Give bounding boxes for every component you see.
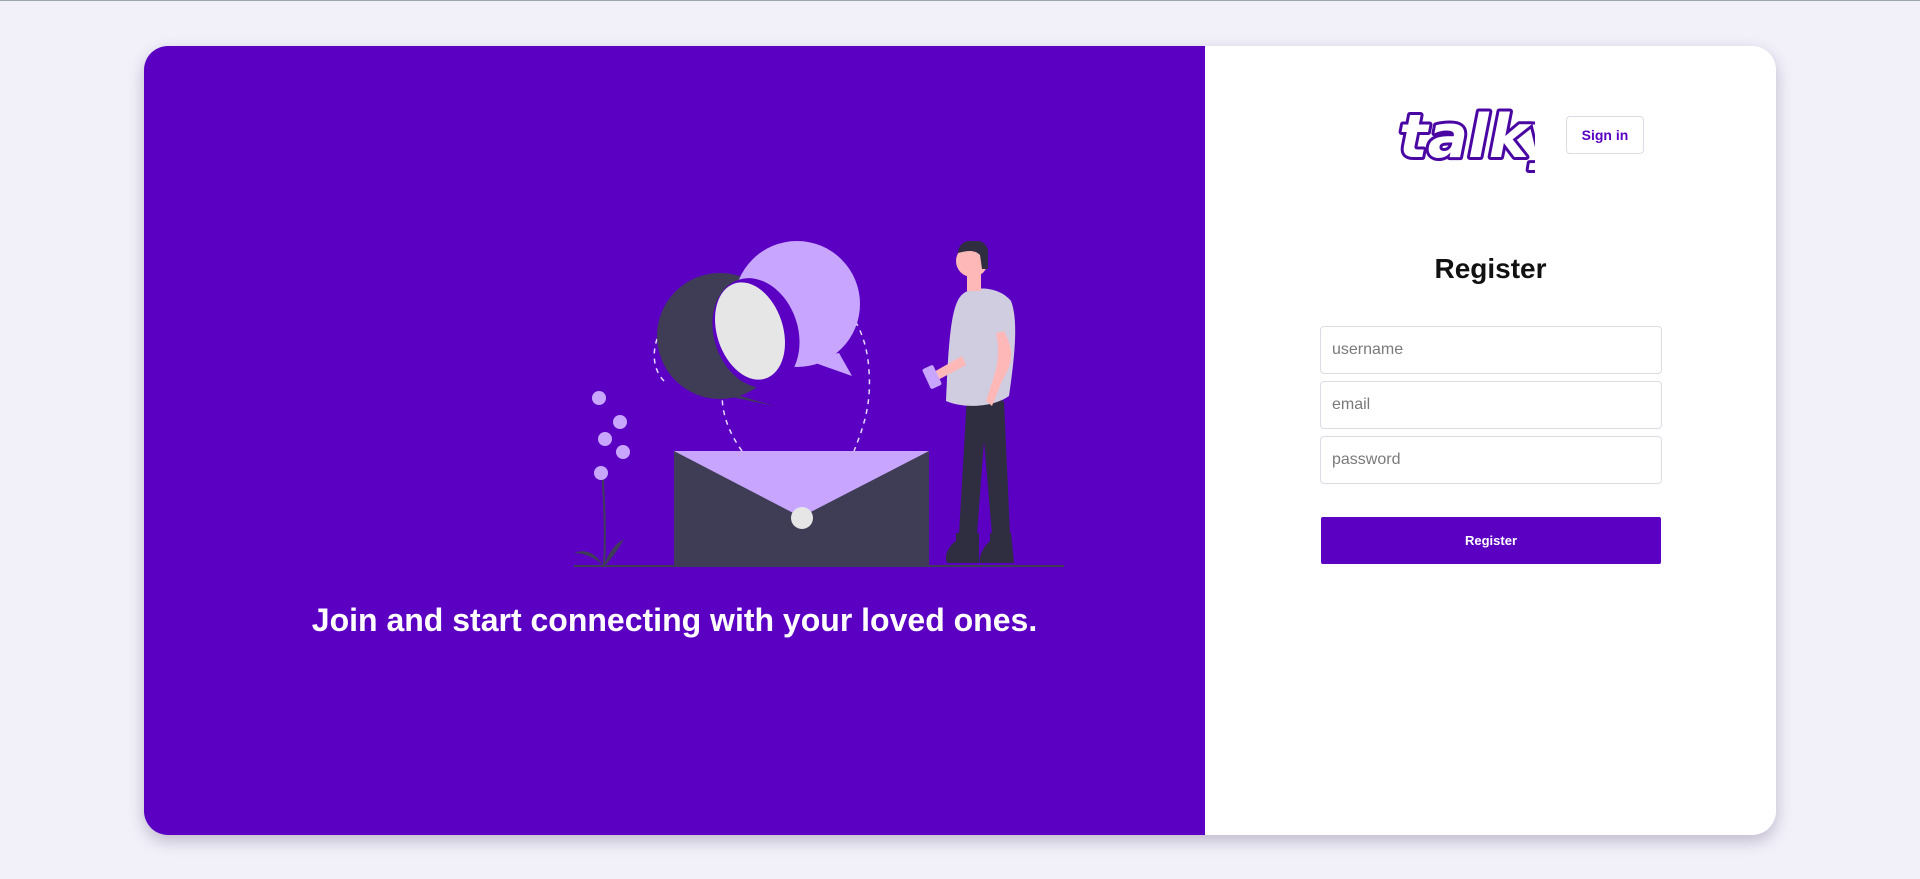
hero-tagline: Join and start connecting with your love… <box>311 602 1038 638</box>
person-messaging-envelope-illustration <box>574 241 1064 567</box>
standing-person <box>922 241 1016 563</box>
register-title: Register <box>1434 253 1547 284</box>
username-input[interactable] <box>1320 326 1662 374</box>
plant-decoration <box>574 391 630 567</box>
talky-logo: talky <box>1396 101 1535 175</box>
sign-in-button[interactable]: Sign in <box>1566 116 1644 154</box>
password-input[interactable] <box>1320 436 1662 484</box>
envelope <box>674 451 929 566</box>
top-border-line <box>0 0 1920 1</box>
hero-panel: Join and start connecting with your love… <box>144 46 1205 835</box>
svg-text:talky: talky <box>1399 102 1535 172</box>
register-panel: talky Sign in Register Register <box>1205 46 1776 835</box>
register-submit-button[interactable]: Register <box>1321 517 1661 564</box>
register-card: Join and start connecting with your love… <box>144 46 1776 835</box>
email-input[interactable] <box>1320 381 1662 429</box>
